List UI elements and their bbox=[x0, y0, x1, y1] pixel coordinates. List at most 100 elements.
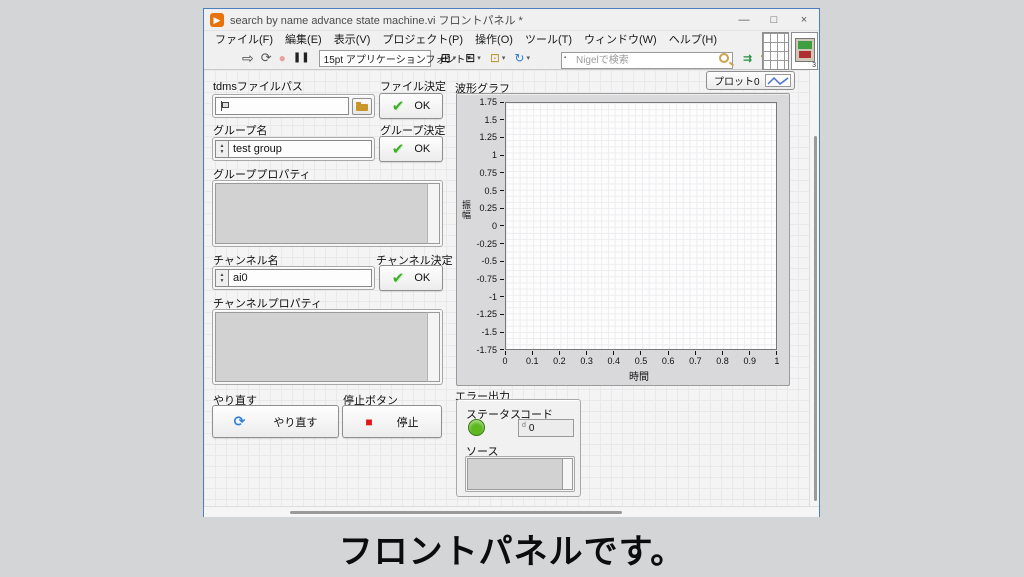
run-button[interactable]: ⇨ bbox=[242, 48, 254, 68]
spinner-control[interactable]: ▲▼ bbox=[215, 269, 228, 287]
stop-button[interactable]: ■ 停止 bbox=[342, 405, 442, 438]
pause-button[interactable]: ❚❚ bbox=[293, 48, 310, 68]
plot-area[interactable] bbox=[505, 102, 777, 350]
connector-pane-icon[interactable] bbox=[762, 32, 789, 70]
stop-square-icon: ■ bbox=[365, 415, 372, 429]
channel-name-control[interactable]: ▲▼ ai0 bbox=[212, 266, 375, 290]
file-path-input[interactable] bbox=[215, 97, 349, 115]
browse-button[interactable] bbox=[352, 98, 372, 115]
group-name-label: グループ名 bbox=[213, 122, 267, 138]
x-axis-label: 時間 bbox=[629, 368, 649, 383]
vertical-scrollbar-thumb[interactable] bbox=[814, 136, 817, 501]
reorder-dropdown[interactable]: ↻ ▾ bbox=[514, 51, 530, 65]
chevron-down-icon: ▾ bbox=[502, 54, 506, 62]
scrollbar[interactable] bbox=[562, 458, 573, 490]
search-options-icon[interactable]: ▪ bbox=[564, 55, 571, 62]
abort-button[interactable]: ● bbox=[279, 48, 286, 68]
vi-icon-badge: 3 bbox=[812, 62, 816, 69]
check-icon: ✔ bbox=[392, 97, 405, 115]
channel-ok-button[interactable]: ✔ OK bbox=[379, 265, 443, 291]
labview-window: ▶ search by name advance state machine.v… bbox=[203, 8, 820, 517]
caption-text: フロントパネルです。 bbox=[0, 524, 1024, 573]
path-type-icon bbox=[220, 101, 228, 111]
source-textarea[interactable] bbox=[465, 456, 575, 492]
plot-legend-label: プロット0 bbox=[714, 73, 760, 88]
radix-indicator: d bbox=[522, 422, 526, 429]
status-led[interactable] bbox=[468, 419, 485, 436]
menu-item-6[interactable]: ウィンドウ(W) bbox=[578, 31, 663, 47]
resize-objects-icon: ⊡ bbox=[490, 51, 500, 65]
window-controls: — □ × bbox=[729, 9, 819, 31]
window-title: search by name advance state machine.vi … bbox=[230, 12, 523, 28]
chevron-down-icon: ▾ bbox=[526, 54, 530, 62]
reorder-icon: ↻ bbox=[514, 51, 524, 65]
plot-line-sample-icon bbox=[765, 74, 791, 87]
channel-props-textarea[interactable] bbox=[212, 309, 443, 385]
resize-objects-dropdown[interactable]: ⊡ ▾ bbox=[490, 51, 506, 65]
plot-legend[interactable]: プロット0 bbox=[706, 71, 795, 90]
file-path-label: tdmsファイルパス bbox=[213, 78, 303, 94]
close-button[interactable]: × bbox=[789, 9, 819, 31]
group-name-input[interactable]: test group bbox=[228, 140, 372, 158]
toolbar: ⇨ ⟳ ● ❚❚ 15pt アプリケーションフォント ▼ ⊞ ▾ ⊟ ▾ ⊡ ▾… bbox=[204, 47, 819, 70]
channel-props-value[interactable] bbox=[215, 312, 427, 382]
file-path-control[interactable] bbox=[212, 94, 375, 118]
search-box: ▪ bbox=[561, 50, 733, 67]
group-props-textarea[interactable] bbox=[212, 180, 443, 247]
distribute-objects-icon: ⊟ bbox=[465, 51, 475, 65]
redo-button[interactable]: ⟳ やり直す bbox=[212, 405, 339, 438]
horizontal-scrollbar[interactable] bbox=[204, 506, 819, 517]
maximize-button[interactable]: □ bbox=[759, 9, 789, 31]
group-name-value: test group bbox=[233, 143, 282, 155]
menu-item-5[interactable]: ツール(T) bbox=[519, 31, 578, 47]
channel-name-value: ai0 bbox=[233, 272, 248, 284]
search-input[interactable] bbox=[561, 52, 733, 69]
file-ok-button[interactable]: ✔ OK bbox=[379, 93, 443, 119]
chevron-down-icon: ▾ bbox=[477, 54, 481, 62]
menu-item-1[interactable]: 編集(E) bbox=[279, 31, 328, 47]
group-name-control[interactable]: ▲▼ test group bbox=[212, 137, 375, 161]
edit-search-icon[interactable]: ⇉ bbox=[743, 52, 752, 65]
menu-item-3[interactable]: プロジェクト(P) bbox=[376, 31, 469, 47]
menu-item-7[interactable]: ヘルプ(H) bbox=[663, 31, 723, 47]
file-ok-button-label: OK bbox=[414, 100, 430, 112]
distribute-objects-dropdown[interactable]: ⊟ ▾ bbox=[465, 51, 481, 65]
font-selector-dropdown[interactable]: 15pt アプリケーションフォント ▼ bbox=[319, 50, 431, 67]
channel-name-input[interactable]: ai0 bbox=[228, 269, 372, 287]
waveform-graph[interactable]: 1.751.51.2510.750.50.250-0.25-0.5-0.75-1… bbox=[456, 93, 790, 386]
minimize-button[interactable]: — bbox=[729, 9, 759, 31]
error-output-cluster: ステータス コード d 0 ソース bbox=[456, 399, 581, 497]
scrollbar[interactable] bbox=[427, 312, 440, 382]
align-objects-icon: ⊞ bbox=[441, 51, 451, 65]
horizontal-scrollbar-thumb[interactable] bbox=[290, 511, 622, 514]
labview-logo-icon: ▶ bbox=[210, 13, 224, 27]
group-props-value[interactable] bbox=[215, 183, 427, 244]
check-icon: ✔ bbox=[392, 269, 405, 287]
source-value[interactable] bbox=[467, 458, 562, 490]
code-field[interactable]: d 0 bbox=[518, 419, 574, 437]
refresh-icon: ⟳ bbox=[234, 413, 246, 430]
file-ok-label: ファイル決定 bbox=[380, 78, 446, 94]
spinner-control[interactable]: ▲▼ bbox=[215, 140, 228, 158]
scrollbar[interactable] bbox=[427, 183, 440, 244]
x-axis: 00.10.20.30.40.50.60.70.80.91 bbox=[505, 351, 777, 369]
menu-item-0[interactable]: ファイル(F) bbox=[209, 31, 279, 47]
code-value: 0 bbox=[529, 423, 535, 434]
y-axis: 1.751.51.2510.750.50.250-0.25-0.5-0.75-1… bbox=[457, 102, 504, 350]
group-ok-button[interactable]: ✔ OK bbox=[379, 136, 443, 162]
connector-pane-area: 3 bbox=[760, 32, 818, 70]
vi-icon[interactable]: 3 bbox=[791, 32, 818, 70]
chevron-down-icon: ▾ bbox=[453, 54, 457, 62]
vi-icon-image bbox=[795, 38, 815, 62]
align-objects-dropdown[interactable]: ⊞ ▾ bbox=[441, 51, 457, 65]
menu-item-2[interactable]: 表示(V) bbox=[328, 31, 377, 47]
menu-item-4[interactable]: 操作(O) bbox=[469, 31, 519, 47]
search-icon[interactable] bbox=[719, 53, 729, 63]
menu-bar: ファイル(F)編集(E)表示(V)プロジェクト(P)操作(O)ツール(T)ウィン… bbox=[204, 31, 819, 47]
folder-icon bbox=[356, 104, 368, 111]
stop-button-label: 停止 bbox=[397, 414, 419, 430]
vertical-scrollbar[interactable] bbox=[809, 70, 819, 506]
run-continuous-button[interactable]: ⟳ bbox=[261, 48, 272, 68]
screenshot-root: ▶ search by name advance state machine.v… bbox=[0, 0, 1024, 577]
redo-button-label: やり直す bbox=[273, 414, 317, 430]
